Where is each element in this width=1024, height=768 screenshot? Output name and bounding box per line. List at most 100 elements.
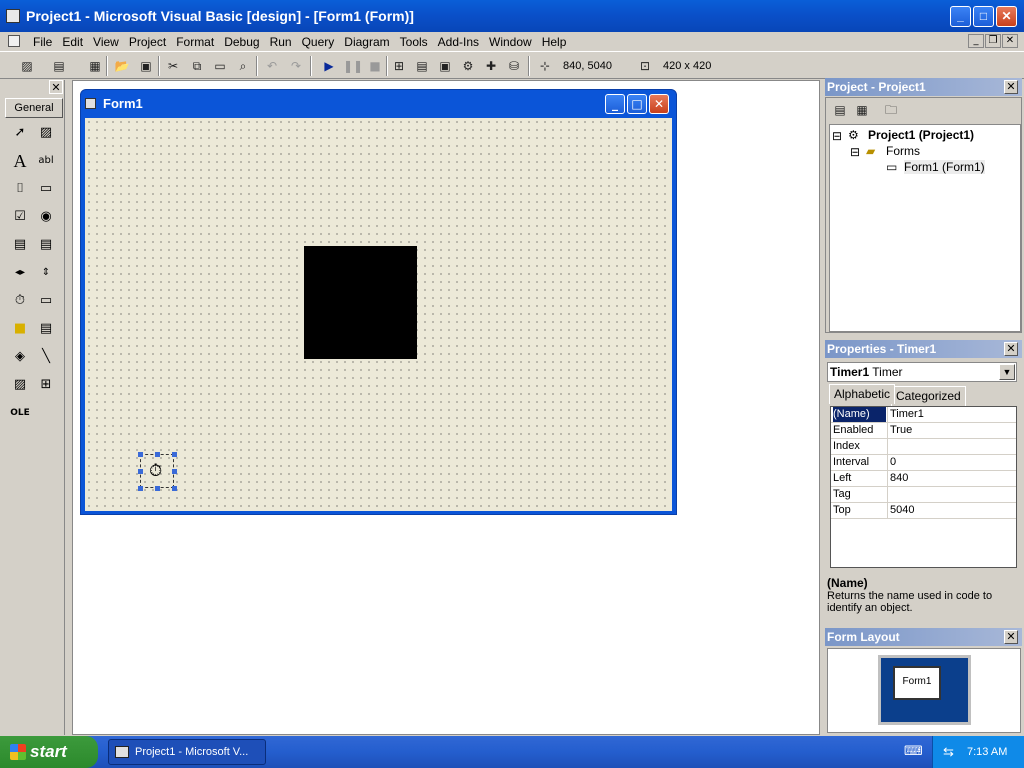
property-value[interactable]: 0 [887, 455, 1016, 470]
resize-handle[interactable] [155, 486, 160, 491]
menu-help[interactable]: Help [537, 35, 572, 49]
keyboard-icon[interactable]: ⌨ [904, 744, 923, 759]
start-button[interactable]: start [0, 736, 98, 768]
add-project-icon[interactable]: ▨ [18, 57, 36, 75]
menu-window[interactable]: Window [484, 35, 537, 49]
picturebox-icon[interactable]: ▨ [35, 122, 57, 144]
form-design-surface[interactable]: ⏱ [85, 118, 672, 511]
resize-handle[interactable] [172, 452, 177, 457]
add-form-icon[interactable]: ▤ [50, 57, 68, 75]
mdi-child-icon[interactable] [8, 35, 20, 47]
checkbox-icon[interactable]: ☑ [9, 206, 31, 228]
pointer-icon[interactable]: ➚ [9, 122, 31, 144]
chevron-down-icon[interactable]: ▼ [999, 364, 1015, 380]
textbox-icon[interactable]: abl [35, 150, 57, 172]
drivelistbox-icon[interactable]: ▭ [35, 290, 57, 312]
listbox-icon[interactable]: ▤ [35, 234, 57, 256]
form-layout-icon[interactable]: ▣ [436, 57, 454, 75]
frame-icon[interactable]: ⌷ [9, 178, 31, 200]
form-minimize-button[interactable]: _ [605, 94, 625, 114]
property-row[interactable]: Interval 0 [831, 455, 1016, 471]
commandbutton-icon[interactable]: ▭ [35, 178, 57, 200]
view-code-icon[interactable]: ▤ [831, 101, 849, 119]
data-view-icon[interactable]: ⛁ [505, 57, 523, 75]
ole-icon[interactable]: OLE [9, 402, 31, 424]
object-selector[interactable]: Timer1 Timer ▼ [827, 362, 1017, 382]
property-value[interactable]: Timer1 [887, 407, 1016, 422]
menu-addins[interactable]: Add-Ins [433, 35, 484, 49]
copy-icon[interactable]: ⧉ [188, 57, 206, 75]
properties-window-icon[interactable]: ▤ [413, 57, 431, 75]
property-value[interactable]: True [887, 423, 1016, 438]
save-project-icon[interactable]: ▣ [137, 57, 155, 75]
menu-run[interactable]: Run [265, 35, 297, 49]
timer-icon[interactable]: ⏱ [9, 290, 31, 312]
mdi-minimize-icon[interactable]: _ [968, 34, 984, 48]
property-row[interactable]: Index [831, 439, 1016, 455]
layout-form-preview[interactable]: Form1 [893, 666, 941, 700]
vscrollbar-icon[interactable]: ⇕ [35, 262, 57, 284]
resize-handle[interactable] [138, 486, 143, 491]
property-row[interactable]: Enabled True [831, 423, 1016, 439]
resize-handle[interactable] [138, 469, 143, 474]
layout-close-icon[interactable]: ✕ [1004, 630, 1018, 644]
form-designer-window[interactable]: Form1 _ □ ✕ ⏱ [80, 89, 677, 515]
view-object-icon[interactable]: ▦ [853, 101, 871, 119]
find-icon[interactable]: ⌕ [234, 57, 252, 75]
property-value[interactable]: 5040 [887, 503, 1016, 518]
dirlistbox-icon[interactable]: ■ [9, 318, 31, 340]
cut-icon[interactable]: ✂ [164, 57, 182, 75]
maximize-button[interactable]: □ [973, 6, 994, 27]
tree-node-form1[interactable]: Form1 (Form1) [904, 160, 985, 174]
form-close-button[interactable]: ✕ [649, 94, 669, 114]
network-icon[interactable]: ⇆ [943, 736, 954, 768]
tree-node-forms[interactable]: Forms [886, 144, 920, 158]
menu-view[interactable]: View [88, 35, 124, 49]
property-value[interactable] [887, 439, 1016, 454]
property-value[interactable]: 840 [887, 471, 1016, 486]
menu-edit[interactable]: Edit [57, 35, 88, 49]
end-icon[interactable]: ■ [366, 57, 384, 75]
timer-control[interactable]: ⏱ [138, 452, 177, 491]
close-button[interactable]: ✕ [996, 6, 1017, 27]
data-icon[interactable]: ⊞ [35, 374, 57, 396]
property-row[interactable]: Left 840 [831, 471, 1016, 487]
toolbox-icon[interactable]: ✚ [482, 57, 500, 75]
tree-collapse-icon[interactable]: ⊟ [832, 129, 842, 143]
resize-handle[interactable] [138, 452, 143, 457]
property-row[interactable]: (Name) Timer1 [831, 407, 1016, 423]
tab-categorized[interactable]: Categorized [891, 386, 966, 406]
taskbar-vb-button[interactable]: Project1 - Microsoft V... [108, 739, 266, 765]
property-row[interactable]: Tag [831, 487, 1016, 503]
start-icon[interactable]: ▶ [320, 57, 338, 75]
break-icon[interactable]: ❚❚ [343, 57, 363, 75]
resize-handle[interactable] [172, 469, 177, 474]
optionbutton-icon[interactable]: ◉ [35, 206, 57, 228]
redo-icon[interactable]: ↷ [287, 57, 305, 75]
menu-file[interactable]: File [28, 35, 57, 49]
property-value[interactable] [887, 487, 1016, 502]
project-close-icon[interactable]: ✕ [1004, 80, 1018, 94]
toolbox-general-tab[interactable]: General [5, 98, 63, 118]
filelistbox-icon[interactable]: ▤ [35, 318, 57, 340]
menu-tools[interactable]: Tools [395, 35, 433, 49]
mdi-close-icon[interactable]: ✕ [1002, 34, 1018, 48]
tree-node-project[interactable]: Project1 (Project1) [868, 128, 974, 142]
menu-query[interactable]: Query [297, 35, 340, 49]
object-browser-icon[interactable]: ⚙ [459, 57, 477, 75]
menu-diagram[interactable]: Diagram [339, 35, 394, 49]
open-project-icon[interactable]: 📂 [113, 57, 131, 75]
mdi-restore-icon[interactable]: ❐ [985, 34, 1001, 48]
menu-project[interactable]: Project [124, 35, 171, 49]
shape-icon[interactable]: ◈ [9, 346, 31, 368]
toolbox-close-icon[interactable]: ✕ [49, 80, 63, 94]
tree-collapse-icon[interactable]: ⊟ [850, 145, 860, 159]
black-shape-control[interactable] [304, 246, 417, 359]
paste-icon[interactable]: ▭ [211, 57, 229, 75]
form-maximize-button[interactable]: □ [627, 94, 647, 114]
menu-editor-icon[interactable]: ▦ [86, 57, 104, 75]
tab-alphabetic[interactable]: Alphabetic [829, 384, 896, 404]
menu-format[interactable]: Format [171, 35, 219, 49]
toggle-folders-icon[interactable]: 🗀 [882, 101, 900, 119]
combobox-icon[interactable]: ▤ [9, 234, 31, 256]
